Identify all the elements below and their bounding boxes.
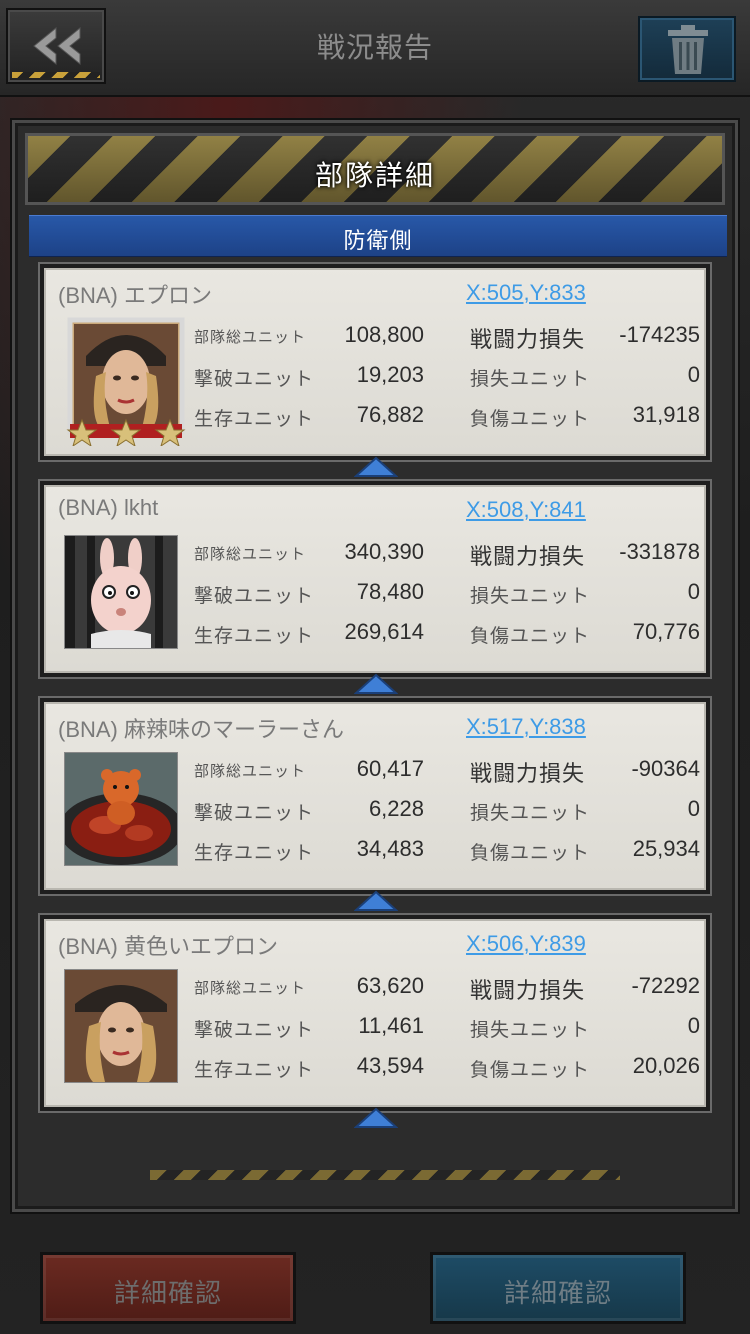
- value-power-loss: -331878: [619, 539, 700, 564]
- label-wounded-units: 負傷ユニット: [470, 1060, 591, 1081]
- coordinate-link[interactable]: X:517,Y:838: [466, 714, 586, 740]
- value-power-loss: -174235: [619, 322, 700, 347]
- value-wounded-units: 70,776: [632, 619, 700, 644]
- delete-button[interactable]: [638, 16, 736, 82]
- side-label: 防衛側: [343, 228, 413, 253]
- label-power-loss: 戦闘力損失: [470, 544, 586, 569]
- value-surviving-units: 43,594: [356, 1053, 424, 1078]
- label-total-units: 部隊総ユニット: [194, 329, 307, 346]
- player-name: (BNA) lkht: [58, 495, 159, 520]
- avatar: [66, 316, 186, 448]
- value-power-loss: -72292: [631, 973, 700, 998]
- chevron-up-icon[interactable]: [354, 890, 398, 912]
- panel-title: 部隊詳細: [314, 160, 435, 191]
- avatar: [64, 969, 178, 1083]
- label-power-loss: 戦闘力損失: [470, 761, 586, 786]
- coordinate-link[interactable]: X:506,Y:839: [466, 931, 586, 957]
- value-total-units: 60,417: [356, 756, 424, 781]
- hazard-stripe: [150, 1170, 620, 1180]
- value-total-units: 63,620: [356, 973, 424, 998]
- label-total-units: 部隊総ユニット: [194, 980, 307, 997]
- hazard-stripe: [12, 72, 100, 78]
- value-power-loss: -90364: [631, 756, 700, 781]
- value-surviving-units: 269,614: [344, 619, 424, 644]
- detail-confirm-button-right[interactable]: 詳細確認: [430, 1252, 686, 1324]
- coordinate-link[interactable]: X:508,Y:841: [466, 497, 586, 523]
- label-wounded-units: 負傷ユニット: [470, 843, 591, 864]
- value-destroyed-units: 11,461: [358, 1013, 424, 1038]
- top-bar: 戦況報告: [0, 0, 750, 97]
- chevron-up-icon[interactable]: [354, 1107, 398, 1129]
- value-destroyed-units: 19,203: [356, 362, 424, 387]
- player-name: (BNA) エプロン: [58, 283, 213, 308]
- value-wounded-units: 25,934: [632, 836, 700, 861]
- player-name: (BNA) 麻辣味のマーラーさん: [58, 717, 345, 742]
- button-label: 詳細確認: [503, 1278, 612, 1308]
- value-destroyed-units: 78,480: [356, 579, 424, 604]
- detail-confirm-button-left[interactable]: 詳細確認: [40, 1252, 296, 1324]
- chevron-up-icon[interactable]: [354, 673, 398, 695]
- label-power-loss: 戦闘力損失: [470, 327, 586, 352]
- trash-icon: [668, 25, 708, 74]
- value-total-units: 340,390: [344, 539, 424, 564]
- value-lost-units: 0: [687, 362, 700, 387]
- coordinate-link[interactable]: X:505,Y:833: [466, 280, 586, 306]
- battle-report-screen: 戦況報告 部隊詳細 防衛側 (BNA) エプロン X:505,Y:833 部隊総…: [0, 0, 750, 1334]
- value-wounded-units: 20,026: [632, 1053, 700, 1078]
- value-lost-units: 0: [687, 579, 700, 604]
- value-total-units: 108,800: [344, 322, 424, 347]
- value-lost-units: 0: [687, 796, 700, 821]
- avatar: [64, 752, 178, 866]
- button-label: 詳細確認: [113, 1278, 222, 1308]
- panel-header: 部隊詳細: [25, 133, 725, 205]
- label-lost-units: 損失ユニット: [470, 1020, 591, 1041]
- value-wounded-units: 31,918: [632, 402, 700, 427]
- label-total-units: 部隊総ユニット: [194, 763, 307, 780]
- unit-card-1[interactable]: (BNA) エプロン X:505,Y:833 部隊総ユニット 108,800 撃…: [40, 264, 710, 460]
- label-wounded-units: 負傷ユニット: [470, 626, 591, 647]
- avatar: [64, 535, 178, 649]
- unit-card-3[interactable]: (BNA) 麻辣味のマーラーさん X:517,Y:838 部隊総ユニット 60,…: [40, 698, 710, 894]
- value-lost-units: 0: [687, 1013, 700, 1038]
- label-total-units: 部隊総ユニット: [194, 546, 307, 563]
- value-surviving-units: 34,483: [356, 836, 424, 861]
- value-surviving-units: 76,882: [356, 402, 424, 427]
- label-wounded-units: 負傷ユニット: [470, 409, 591, 430]
- unit-card-4[interactable]: (BNA) 黄色いエプロン X:506,Y:839 部隊総ユニット 63,620…: [40, 915, 710, 1111]
- label-lost-units: 損失ユニット: [470, 803, 591, 824]
- defender-side-bar: 防衛側: [29, 215, 727, 257]
- label-power-loss: 戦闘力損失: [470, 978, 586, 1003]
- chevron-up-icon[interactable]: [354, 456, 398, 478]
- unit-card-2[interactable]: (BNA) lkht X:508,Y:841 部隊総ユニット 340,390 撃…: [40, 481, 710, 677]
- label-lost-units: 損失ユニット: [470, 586, 591, 607]
- player-name: (BNA) 黄色いエプロン: [58, 934, 279, 959]
- label-lost-units: 損失ユニット: [470, 369, 591, 390]
- value-destroyed-units: 6,228: [368, 796, 424, 821]
